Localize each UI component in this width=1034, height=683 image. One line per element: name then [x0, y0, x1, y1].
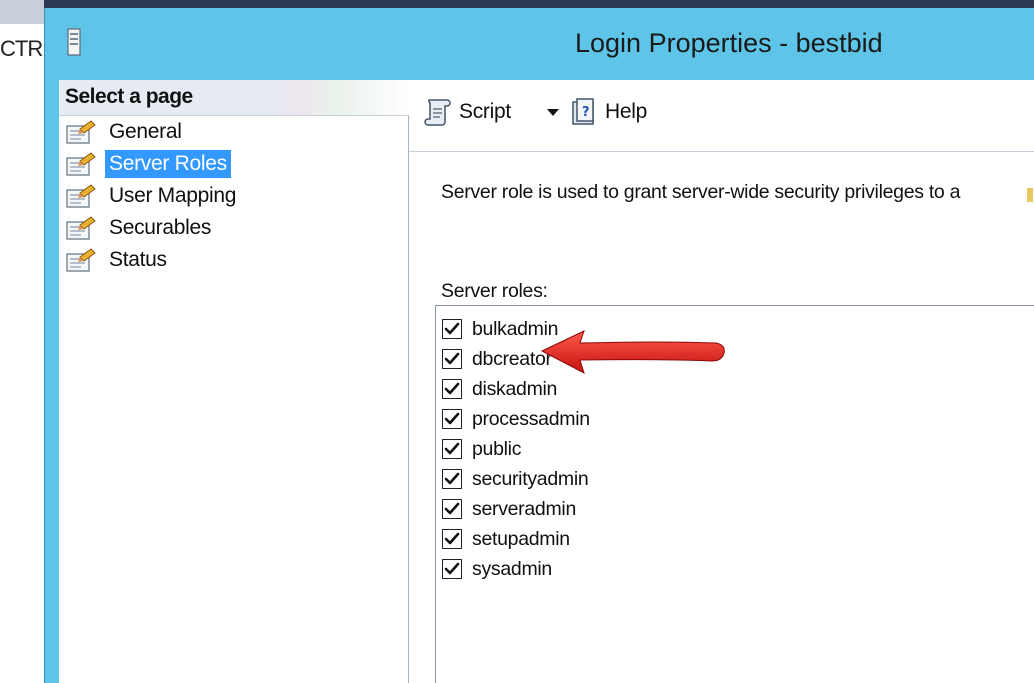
page-icon — [66, 152, 96, 176]
title-bar[interactable]: Login Properties - bestbid — [45, 8, 1034, 80]
description-clip: Server role is used to grant server-wide… — [409, 176, 1034, 210]
nav-item-label: Securables — [109, 216, 212, 239]
role-checkbox[interactable] — [442, 319, 462, 339]
page-icon — [66, 248, 96, 272]
description-text: Server role is used to grant server-wide… — [441, 181, 961, 203]
role-checkbox[interactable] — [442, 499, 462, 519]
page-content: Script ? Help Server role is used to gra… — [409, 80, 1034, 683]
page-selector-header: Select a page — [59, 80, 409, 116]
page-icon — [66, 120, 96, 144]
role-row-processadmin[interactable]: processadmin — [442, 404, 590, 434]
nav-item-user-mapping[interactable]: User Mapping — [59, 180, 409, 212]
role-checkbox[interactable] — [442, 409, 462, 429]
checkmark-icon — [444, 562, 460, 575]
checkmark-icon — [444, 472, 460, 485]
role-checkbox[interactable] — [442, 469, 462, 489]
page-selector-title: Select a page — [65, 85, 193, 108]
checkmark-icon — [444, 352, 460, 365]
annotation-arrow-icon — [540, 330, 725, 374]
script-button[interactable]: Script — [423, 94, 511, 130]
nav-item-server-roles[interactable]: Server Roles — [59, 148, 409, 180]
svg-text:?: ? — [582, 105, 590, 120]
checkmark-icon — [444, 322, 460, 335]
nav-item-status[interactable]: Status — [59, 244, 409, 276]
role-label: serveradmin — [472, 497, 576, 520]
server-roles-list[interactable]: bulkadmin dbcreator diskadmin processadmin p… — [435, 305, 1034, 683]
role-row-sysadmin[interactable]: sysadmin — [442, 554, 552, 584]
role-checkbox[interactable] — [442, 439, 462, 459]
nav-item-label: General — [109, 120, 182, 143]
nav-item-label: Server Roles — [105, 150, 231, 178]
window-title: Login Properties - bestbid — [575, 28, 883, 58]
page-icon — [66, 184, 96, 208]
nav-item-label: User Mapping — [109, 184, 237, 207]
script-icon — [424, 99, 451, 126]
nav-item-securables[interactable]: Securables — [59, 212, 409, 244]
role-row-public[interactable]: public — [442, 434, 521, 464]
role-row-serveradmin[interactable]: serveradmin — [442, 494, 576, 524]
server-roles-label: Server roles: — [441, 280, 548, 302]
role-label: sysadmin — [472, 557, 552, 580]
background-app-strip — [0, 0, 44, 24]
background-window-edge — [44, 0, 1034, 8]
checkmark-icon — [444, 532, 460, 545]
help-icon: ? — [572, 98, 594, 125]
info-icon-partial — [1027, 188, 1033, 202]
checkmark-icon — [444, 442, 460, 455]
role-row-setupadmin[interactable]: setupadmin — [442, 524, 570, 554]
help-button[interactable]: ? Help — [569, 94, 647, 130]
role-label: public — [472, 437, 522, 460]
background-app-text: CTR — [0, 36, 43, 61]
chevron-down-icon[interactable] — [545, 104, 561, 120]
role-checkbox[interactable] — [442, 559, 462, 579]
checkmark-icon — [444, 382, 460, 395]
page-icon — [66, 216, 96, 240]
nav-item-label: Status — [109, 248, 167, 271]
role-checkbox[interactable] — [442, 379, 462, 399]
role-label: setupadmin — [472, 527, 570, 550]
role-checkbox[interactable] — [442, 529, 462, 549]
dialog-content: Select a page General Server Roles User Ma… — [59, 80, 1034, 683]
role-label: processadmin — [472, 407, 590, 430]
background-app — [0, 0, 44, 683]
server-icon — [67, 28, 81, 56]
checkmark-icon — [444, 502, 460, 515]
role-row-securityadmin[interactable]: securityadmin — [442, 464, 589, 494]
role-row-diskadmin[interactable]: diskadmin — [442, 374, 557, 404]
role-row-dbcreator[interactable]: dbcreator — [442, 344, 552, 374]
toolbar: Script ? Help — [409, 80, 1034, 152]
script-label: Script — [459, 100, 511, 123]
role-checkbox[interactable] — [442, 349, 462, 369]
role-label: securityadmin — [472, 467, 589, 490]
role-label: diskadmin — [472, 377, 558, 400]
nav-item-general[interactable]: General — [59, 116, 409, 148]
checkmark-icon — [444, 412, 460, 425]
page-selector: Select a page General Server Roles User Ma… — [59, 80, 409, 683]
page-list: General Server Roles User Mapping Securable… — [59, 116, 409, 276]
help-label: Help — [605, 100, 647, 123]
login-properties-dialog: Login Properties - bestbid Select a page… — [44, 8, 1034, 683]
